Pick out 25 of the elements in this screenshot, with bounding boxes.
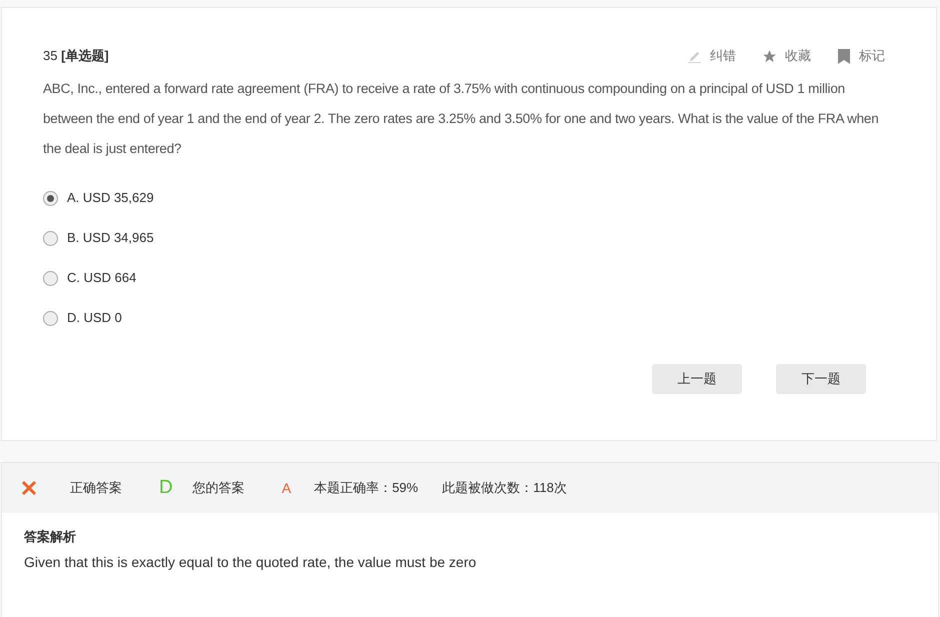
accuracy-text: 本题正确率：59% [314, 479, 418, 498]
nav-button[interactable]: 上一题 [652, 364, 742, 394]
star-icon [762, 48, 777, 64]
radio-button[interactable] [43, 190, 58, 206]
radio-button[interactable] [43, 310, 58, 326]
question-text: ABC, Inc., entered a forward rate agreement (FRA) to receive a rate of 3.75% with continuous compounding on a principal of USD 1 million between the end of year 1 and the end of year 2. The zero rates are 3.25% and 3.50% for one and two years. What is the value of the FRA when the deal is just entered? [43, 80, 880, 158]
explanation-title: 答案解析 [24, 528, 77, 546]
radio-button[interactable] [43, 230, 58, 246]
bookmark-icon [837, 48, 851, 64]
attempts-text: 此题被做次数：118次 [442, 479, 567, 498]
nav-button[interactable]: 下一题 [776, 364, 866, 394]
radio-button[interactable] [43, 270, 58, 286]
explanation-text: Given that this is exactly equal to the quoted rate, the value must be zero [24, 552, 478, 572]
bookmark-action[interactable]: 标记 [837, 46, 885, 66]
correct-answer: D [159, 476, 173, 500]
edit-action[interactable]: 纠错 [687, 46, 736, 66]
answer-option[interactable]: A. USD 35,629 [43, 188, 895, 208]
answer-option[interactable]: B. USD 34,965 [43, 228, 895, 248]
star-action[interactable]: 收藏 [762, 46, 811, 66]
correct-answer-label: 正确答案 [70, 479, 122, 498]
answer-option[interactable]: C. USD 664 [43, 268, 895, 288]
answer-option[interactable]: D. USD 0 [43, 308, 895, 328]
your-answer: A [282, 478, 292, 498]
your-answer-label: 您的答案 [192, 479, 245, 498]
question-header: 35 [单选题] [43, 47, 109, 66]
